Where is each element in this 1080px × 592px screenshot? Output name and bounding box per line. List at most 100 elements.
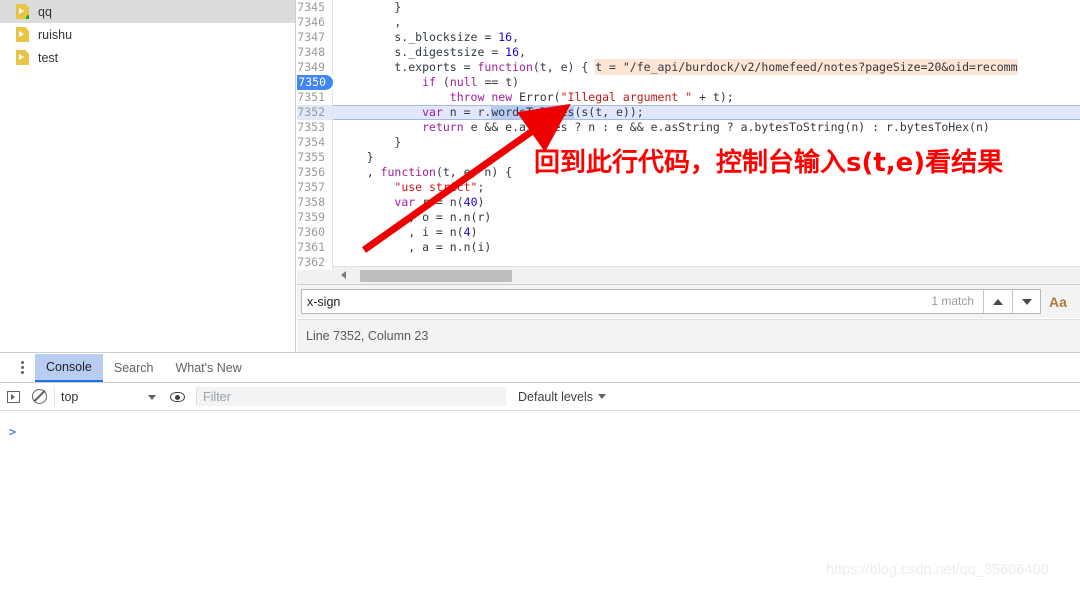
- execution-context-selector[interactable]: top: [54, 387, 164, 406]
- live-expression-icon: [169, 391, 185, 402]
- line-number[interactable]: 7353: [297, 120, 333, 135]
- find-next-button[interactable]: [1012, 290, 1040, 313]
- line-content[interactable]: "use strict";: [333, 180, 1080, 195]
- tree-item-ruishu[interactable]: ruishu: [0, 23, 295, 46]
- line-content[interactable]: var r = n(40): [333, 195, 1080, 210]
- top-region: qq ruishu test 7345 } 7346 , 7347 s._blo…: [0, 0, 1080, 352]
- live-expression-button[interactable]: [164, 391, 190, 402]
- selected-token: wordsToBytes: [491, 105, 575, 119]
- code-line[interactable]: 7348 s._digestsize = 16,: [297, 45, 1080, 60]
- line-number[interactable]: 7346: [297, 15, 333, 30]
- tree-item-qq[interactable]: qq: [0, 0, 295, 23]
- console-sidebar-icon: [6, 390, 20, 403]
- line-content[interactable]: }: [333, 0, 1080, 15]
- find-input-value: x-sign: [307, 294, 341, 309]
- line-number-breakpoint[interactable]: 7350: [297, 75, 333, 90]
- line-number[interactable]: 7356: [297, 165, 333, 180]
- code-editor[interactable]: 7345 } 7346 , 7347 s._blocksize = 16, 73…: [297, 0, 1080, 283]
- find-bar: x-sign 1 match Aa: [297, 284, 1080, 318]
- line-content[interactable]: throw new Error("Illegal argument " + t)…: [333, 90, 1080, 105]
- code-line[interactable]: 7351 throw new Error("Illegal argument "…: [297, 90, 1080, 105]
- line-number[interactable]: 7349: [297, 60, 333, 75]
- line-content[interactable]: s._digestsize = 16,: [333, 45, 1080, 60]
- tab-whats-new[interactable]: What's New: [164, 354, 252, 382]
- line-number[interactable]: 7361: [297, 240, 333, 255]
- console-prompt-icon: >: [9, 425, 17, 439]
- line-number[interactable]: 7345: [297, 0, 333, 15]
- line-content[interactable]: }: [333, 150, 1080, 165]
- code-line[interactable]: 7346 ,: [297, 15, 1080, 30]
- chevron-down-icon: [1021, 298, 1032, 305]
- tree-item-label: ruishu: [38, 27, 73, 42]
- console-drawer: Console Search What's New top Filter Def…: [0, 352, 1080, 592]
- line-content[interactable]: , a = n.n(i): [333, 240, 1080, 255]
- console-toolbar: top Filter Default levels: [0, 383, 1080, 411]
- code-line[interactable]: 7345 }: [297, 0, 1080, 15]
- code-line-active[interactable]: 7352 var n = r.wordsToBytes(s(t, e));: [297, 105, 1080, 120]
- line-number[interactable]: 7362: [297, 255, 333, 270]
- line-content[interactable]: , function(t, e, n) {: [333, 165, 1080, 180]
- js-file-icon: [16, 50, 29, 65]
- line-content[interactable]: }: [333, 135, 1080, 150]
- line-content[interactable]: return e && e.asBytes ? n : e && e.asStr…: [333, 120, 1080, 135]
- console-output-area[interactable]: >: [0, 411, 1080, 592]
- code-line[interactable]: 7353 return e && e.asBytes ? n : e && e.…: [297, 120, 1080, 135]
- chevron-up-icon: [992, 298, 1003, 305]
- line-number[interactable]: 7357: [297, 180, 333, 195]
- tab-console[interactable]: Console: [35, 353, 103, 382]
- match-case-button[interactable]: Aa: [1049, 294, 1067, 310]
- scrollbar-thumb[interactable]: [360, 270, 512, 282]
- find-match-count: 1 match: [931, 294, 974, 308]
- line-number[interactable]: 7347: [297, 30, 333, 45]
- code-line[interactable]: 7358 var r = n(40): [297, 195, 1080, 210]
- clear-console-button[interactable]: [26, 389, 52, 404]
- code-line[interactable]: 7349 t.exports = function(t, e) { t = "/…: [297, 59, 1080, 75]
- editor-status-bar: Line 7352, Column 23: [297, 319, 1080, 352]
- drawer-tab-bar: Console Search What's New: [0, 353, 1080, 383]
- code-line[interactable]: 7356 , function(t, e, n) {: [297, 165, 1080, 180]
- chevron-down-icon: [598, 394, 607, 399]
- editor-horizontal-scrollbar[interactable]: [297, 266, 1080, 284]
- chevron-down-icon: [148, 395, 156, 400]
- code-line[interactable]: 7357 "use strict";: [297, 180, 1080, 195]
- code-line[interactable]: 7354 }: [297, 135, 1080, 150]
- tree-item-label: test: [38, 50, 59, 65]
- line-content[interactable]: , i = n(4): [333, 225, 1080, 240]
- navigator-sidebar: qq ruishu test: [0, 0, 296, 352]
- scroll-left-arrow-icon[interactable]: [341, 271, 346, 279]
- more-tools-icon[interactable]: [9, 361, 35, 374]
- js-file-icon: [16, 27, 29, 42]
- line-content[interactable]: t.exports = function(t, e) { t = "/fe_ap…: [333, 59, 1080, 75]
- line-number[interactable]: 7352: [297, 105, 333, 120]
- status-dot-icon: [26, 15, 29, 19]
- code-line[interactable]: 7361 , a = n.n(i): [297, 240, 1080, 255]
- find-previous-button[interactable]: [983, 290, 1011, 313]
- line-number[interactable]: 7358: [297, 195, 333, 210]
- tree-item-label: qq: [38, 4, 52, 19]
- line-number[interactable]: 7354: [297, 135, 333, 150]
- code-line[interactable]: 7355 }: [297, 150, 1080, 165]
- line-number[interactable]: 7355: [297, 150, 333, 165]
- tree-item-test[interactable]: test: [0, 46, 295, 69]
- code-line[interactable]: 7347 s._blocksize = 16,: [297, 30, 1080, 45]
- code-line[interactable]: 7360 , i = n(4): [297, 225, 1080, 240]
- line-number[interactable]: 7351: [297, 90, 333, 105]
- line-number[interactable]: 7360: [297, 225, 333, 240]
- line-content[interactable]: var n = r.wordsToBytes(s(t, e));: [333, 105, 1080, 120]
- line-number[interactable]: 7359: [297, 210, 333, 225]
- line-content[interactable]: , o = n.n(r): [333, 210, 1080, 225]
- code-line[interactable]: 7350 if (null == t): [297, 75, 1080, 90]
- find-input[interactable]: x-sign 1 match: [301, 289, 1041, 314]
- code-line[interactable]: 7359 , o = n.n(r): [297, 210, 1080, 225]
- log-levels-selector[interactable]: Default levels: [518, 390, 607, 404]
- cursor-position-label: Line 7352, Column 23: [306, 329, 429, 343]
- execution-context-label: top: [61, 389, 79, 404]
- tab-search[interactable]: Search: [103, 354, 165, 382]
- line-content[interactable]: s._blocksize = 16,: [333, 30, 1080, 45]
- line-content[interactable]: if (null == t): [333, 75, 1080, 90]
- line-content[interactable]: ,: [333, 15, 1080, 30]
- line-number[interactable]: 7348: [297, 45, 333, 60]
- console-sidebar-button[interactable]: [0, 390, 26, 403]
- clear-console-icon: [31, 389, 47, 404]
- console-filter-input[interactable]: Filter: [196, 387, 506, 406]
